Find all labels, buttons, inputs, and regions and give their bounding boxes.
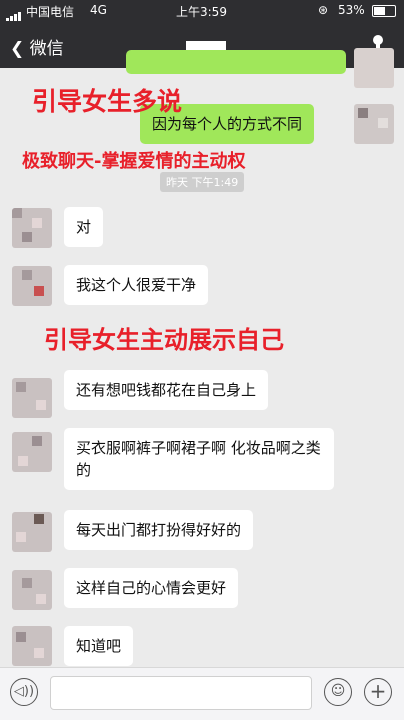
- smiley-icon: ☺: [330, 683, 346, 699]
- overlay-caption: 引导女生主动展示自己: [44, 326, 284, 354]
- avatar-contact[interactable]: [12, 512, 52, 552]
- signal-icon: [6, 7, 22, 21]
- voice-icon: ◁)): [13, 684, 35, 699]
- battery-percent: 53%: [338, 3, 365, 17]
- lock-rotation-icon: ⊛: [318, 3, 329, 17]
- back-button[interactable]: ❮ 微信: [10, 34, 64, 59]
- avatar-self[interactable]: [354, 48, 394, 88]
- message-bubble-contact: 这样自己的心情会更好: [64, 568, 239, 608]
- avatar-contact[interactable]: [12, 432, 52, 472]
- plus-icon: +: [369, 679, 387, 703]
- message-bubble-contact: 我这个人很爱干净: [64, 265, 209, 305]
- avatar-contact[interactable]: [12, 208, 52, 248]
- battery-icon: [372, 5, 396, 17]
- message-bubble-partial: [126, 50, 346, 74]
- message-bubble-contact: 每天出门都打扮得好好的: [64, 510, 254, 550]
- avatar-contact[interactable]: [12, 570, 52, 610]
- message-bubble-contact: 买衣服啊裤子啊裙子啊 化妆品啊之类的: [64, 428, 334, 490]
- status-bar: 中国电信 4G 上午3:59 ⊛ 53%: [0, 0, 404, 22]
- overlay-caption: 极致聊天-掌握爱情的主动权: [22, 151, 246, 172]
- more-button[interactable]: +: [364, 678, 392, 706]
- clock: 上午3:59: [176, 5, 227, 19]
- voice-input-button[interactable]: ◁)): [10, 678, 38, 706]
- message-input[interactable]: [50, 676, 312, 710]
- message-timestamp: 昨天 下午1:49: [160, 172, 245, 192]
- overlay-caption: 引导女生多说: [32, 87, 183, 116]
- carrier-label: 中国电信: [26, 5, 75, 19]
- avatar-contact[interactable]: [12, 626, 52, 666]
- chevron-left-icon: ❮: [10, 39, 25, 59]
- avatar-contact[interactable]: [12, 266, 52, 306]
- message-bubble-contact: 对: [64, 207, 104, 247]
- input-toolbar: ◁)) ☺ +: [0, 667, 404, 720]
- avatar-self[interactable]: [354, 104, 394, 144]
- network-label: 4G: [90, 3, 107, 17]
- message-bubble-contact: 还有想吧钱都花在自己身上: [64, 370, 269, 410]
- avatar-contact[interactable]: [12, 378, 52, 418]
- emoji-button[interactable]: ☺: [324, 678, 352, 706]
- message-bubble-contact: 知道吧: [64, 626, 134, 666]
- back-label: 微信: [29, 39, 64, 59]
